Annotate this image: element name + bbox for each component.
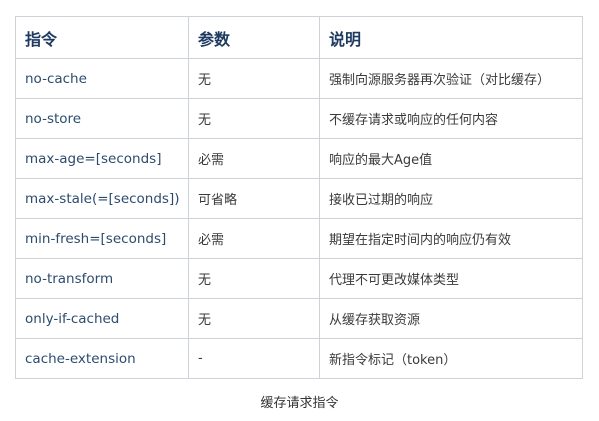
cell-parameter: 无 <box>188 98 320 139</box>
header-parameter: 参数 <box>188 16 320 59</box>
cell-description: 新指令标记（token） <box>319 338 583 379</box>
cell-description: 强制向源服务器再次验证（对比缓存） <box>319 58 583 99</box>
table-row: max-stale(=[seconds]) 可省略 接收已过期的响应 <box>15 178 583 219</box>
header-directive: 指令 <box>15 16 189 59</box>
cell-parameter: 无 <box>188 258 320 299</box>
cell-description: 从缓存获取资源 <box>319 298 583 339</box>
table-row: cache-extension - 新指令标记（token） <box>15 338 583 379</box>
cell-parameter: 必需 <box>188 138 320 179</box>
cell-directive: only-if-cached <box>15 298 189 339</box>
table-row: only-if-cached 无 从缓存获取资源 <box>15 298 583 339</box>
table-row: max-age=[seconds] 必需 响应的最大Age值 <box>15 138 583 179</box>
header-description: 说明 <box>319 16 583 59</box>
cell-parameter: 无 <box>188 298 320 339</box>
cell-parameter: 无 <box>188 58 320 99</box>
cell-directive: no-store <box>15 98 189 139</box>
cell-parameter: - <box>188 338 320 379</box>
cell-description: 响应的最大Age值 <box>319 138 583 179</box>
table-row: no-transform 无 代理不可更改媒体类型 <box>15 258 583 299</box>
cell-directive: no-cache <box>15 58 189 99</box>
cell-parameter: 可省略 <box>188 178 320 219</box>
table-header-row: 指令 参数 说明 <box>15 16 583 59</box>
cell-directive: no-transform <box>15 258 189 299</box>
table-row: no-store 无 不缓存请求或响应的任何内容 <box>15 98 583 139</box>
table-header: 指令 参数 说明 <box>15 16 583 59</box>
table-row: no-cache 无 强制向源服务器再次验证（对比缓存） <box>15 58 583 99</box>
cell-directive: min-fresh=[seconds] <box>15 218 189 259</box>
cell-directive: max-age=[seconds] <box>15 138 189 179</box>
cell-description: 不缓存请求或响应的任何内容 <box>319 98 583 139</box>
table-body: no-cache 无 强制向源服务器再次验证（对比缓存） no-store 无 … <box>15 58 583 379</box>
cell-description: 代理不可更改媒体类型 <box>319 258 583 299</box>
table-caption: 缓存请求指令 <box>260 396 339 411</box>
cell-description: 接收已过期的响应 <box>319 178 583 219</box>
cell-directive: max-stale(=[seconds]) <box>15 178 189 219</box>
table-row: min-fresh=[seconds] 必需 期望在指定时间内的响应仍有效 <box>15 218 583 259</box>
cache-request-directives-table: 指令 参数 说明 no-cache 无 强制向源服务器再次验证（对比缓存） no… <box>15 16 583 379</box>
cell-directive: cache-extension <box>15 338 189 379</box>
cell-parameter: 必需 <box>188 218 320 259</box>
cell-description: 期望在指定时间内的响应仍有效 <box>319 218 583 259</box>
